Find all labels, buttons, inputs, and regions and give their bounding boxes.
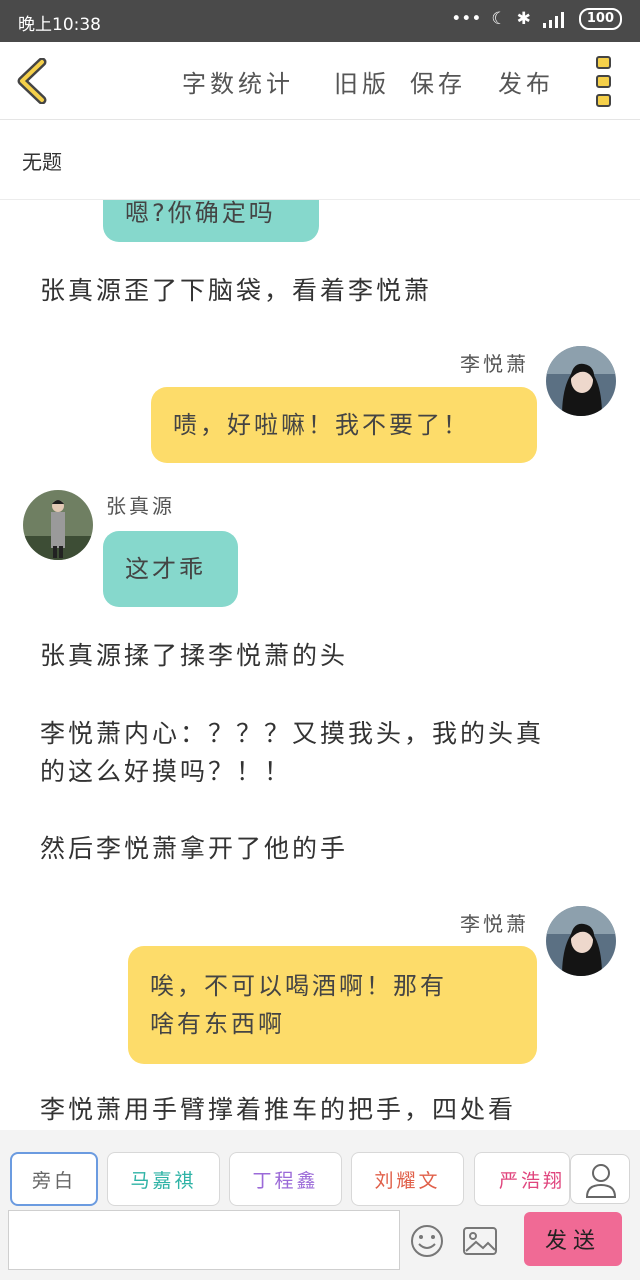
role-label: 刘耀文: [374, 1169, 441, 1192]
avatar-image: [546, 906, 616, 976]
narration-text[interactable]: 张真源歪了下脑袋，看着李悦萧: [40, 272, 432, 310]
role-label: 严浩翔: [499, 1169, 566, 1192]
character-name: 李悦萧: [460, 352, 529, 376]
message-input[interactable]: [8, 1210, 400, 1270]
character-name: 李悦萧: [460, 912, 529, 936]
save-button[interactable]: 保存: [410, 64, 466, 99]
narration-text[interactable]: 然后李悦萧拿开了他的手: [40, 830, 348, 868]
doc-title[interactable]: 无题: [22, 146, 62, 175]
old-version-button[interactable]: 旧版: [334, 64, 390, 99]
role-button-ma-jiaqi[interactable]: 马嘉祺: [107, 1152, 220, 1206]
moon-icon: ☾: [491, 9, 507, 29]
word-count-button[interactable]: 字数统计: [182, 64, 294, 99]
person-glyph: [585, 1164, 617, 1198]
role-button-liu-yaowen[interactable]: 刘耀文: [351, 1152, 464, 1206]
more-icon[interactable]: [592, 56, 616, 108]
bluetooth-icon: ✱: [516, 9, 531, 29]
chat-bubble[interactable]: 这才乖: [103, 531, 238, 607]
chat-bubble[interactable]: 嗯?你确定吗: [103, 200, 319, 242]
bubble-text: 嗯?你确定吗: [125, 200, 276, 227]
more-dot: [596, 56, 611, 69]
title-row[interactable]: 无题: [0, 120, 640, 200]
avatar[interactable]: [23, 490, 93, 560]
avatar[interactable]: [546, 906, 616, 976]
emoji-icon[interactable]: [409, 1224, 445, 1258]
avatar[interactable]: [546, 346, 616, 416]
status-time: 晚上10:38: [18, 15, 101, 35]
bubble-text: 唉，不可以喝酒啊！那有: [150, 972, 447, 1000]
bubble-text: 这才乖: [125, 555, 206, 583]
chat-bubble[interactable]: 啧，好啦嘛！我不要了！: [151, 387, 537, 463]
role-label: 马嘉祺: [130, 1169, 197, 1192]
character-name: 张真源: [106, 494, 175, 518]
send-button[interactable]: 发送: [524, 1212, 622, 1266]
publish-button[interactable]: 发布: [498, 64, 554, 99]
avatar-image: [546, 346, 616, 416]
narration-text[interactable]: 李悦萧内心：？？？又摸我头，我的头真 的这么好摸吗？！！: [40, 715, 544, 791]
more-dot: [596, 94, 611, 107]
status-bar: 晚上10:38 ••• ☾ ✱ 100: [0, 0, 640, 42]
editor-toolbar: 字数统计 旧版 保存 发布: [0, 42, 640, 120]
back-icon[interactable]: [14, 58, 54, 104]
status-icons: ••• ☾ ✱ 100: [451, 8, 622, 30]
bubble-text: 啥有东西啊: [150, 1010, 285, 1038]
role-label: 旁白: [31, 1169, 76, 1192]
narration-line: 的这么好摸吗？！！: [40, 757, 293, 786]
role-button-narrator[interactable]: 旁白: [10, 1152, 98, 1206]
narration-text[interactable]: 张真源揉了揉李悦萧的头: [40, 637, 348, 675]
chat-bubble[interactable]: 唉，不可以喝酒啊！那有 啥有东西啊: [128, 946, 537, 1064]
role-button-ding-chengxin[interactable]: 丁程鑫: [229, 1152, 342, 1206]
send-label: 发送: [544, 1229, 601, 1254]
bubble-text: 啧，好啦嘛！我不要了！: [173, 411, 470, 439]
compose-bar: 旁白 马嘉祺 丁程鑫 刘耀文 严浩翔 发送: [0, 1130, 640, 1280]
role-label: 丁程鑫: [252, 1169, 319, 1192]
battery-icon: 100: [578, 8, 622, 30]
role-button-yan-haoxiang[interactable]: 严浩翔: [474, 1152, 570, 1206]
narration-line: 李悦萧内心：？？？又摸我头，我的头真: [40, 719, 545, 748]
image-icon[interactable]: [462, 1224, 498, 1258]
narration-text[interactable]: 李悦萧用手臂撑着推车的把手，四处看: [40, 1091, 516, 1129]
signal-icon: [542, 12, 564, 28]
more-dots-icon: •••: [451, 9, 482, 29]
person-icon[interactable]: [570, 1154, 630, 1204]
chat-content[interactable]: 嗯?你确定吗 张真源歪了下脑袋，看着李悦萧 李悦萧 啧，好啦嘛！我不要了！ 张真…: [0, 200, 640, 1130]
more-dot: [596, 75, 611, 88]
avatar-image: [23, 490, 93, 560]
